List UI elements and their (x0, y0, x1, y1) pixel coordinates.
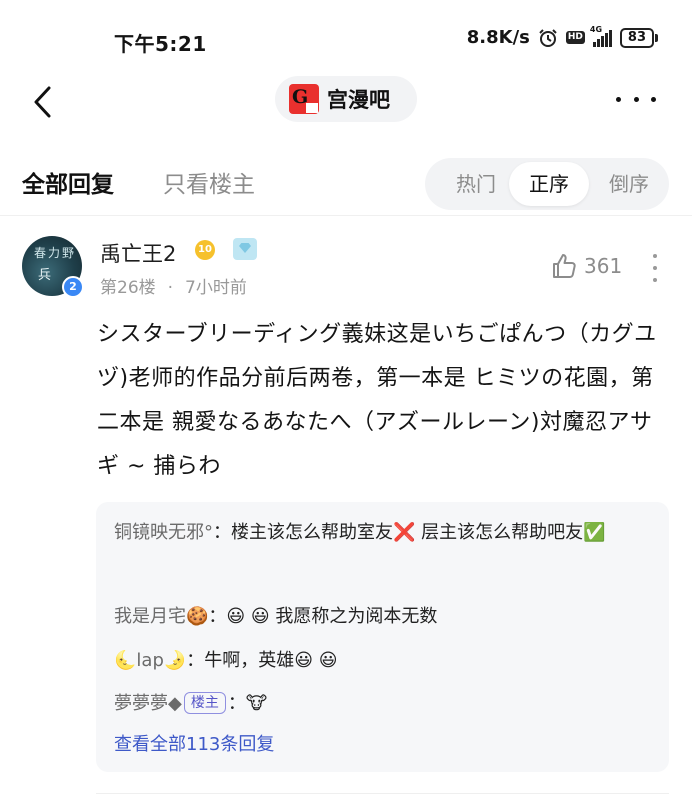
status-bar: 下午5:21 8.8K/s HD 4G 83 (0, 0, 692, 80)
top-nav: G 宫漫吧 (0, 76, 692, 130)
meta-separator: · (167, 278, 174, 298)
like-button[interactable]: 361 (550, 252, 622, 280)
hd-icon: HD (565, 31, 585, 44)
sub-reply-user[interactable]: 我是月宅🍪 (114, 606, 208, 627)
status-time: 下午5:21 (114, 32, 207, 56)
sub-reply[interactable]: 铜镜映无邪°：楼主该怎么帮助室友❌ 层主该怎么帮助吧友✅ (114, 514, 659, 552)
sub-reply[interactable]: 夢夢夢◆ 楼主 ：🐮 (114, 685, 659, 723)
battery-icon: 83 (619, 27, 658, 48)
status-icons: 8.8K/s HD 4G 83 (466, 25, 658, 48)
more-options-button[interactable] (616, 84, 656, 114)
sub-reply[interactable]: 我是月宅🍪：😃 😃 我愿称之为阅本无数 (114, 598, 659, 636)
forum-logo: G (289, 84, 319, 114)
sub-reply[interactable]: 🌜lap🌛：牛啊，英雄😃 😃 (114, 642, 659, 680)
sub-reply-text: 😃 😃 我愿称之为阅本无数 (226, 606, 438, 627)
net-speed: 8.8K/s (466, 27, 530, 48)
tab-only-op[interactable]: 只看楼主 (163, 165, 255, 199)
signal-icon: 4G (590, 25, 612, 47)
sub-reply-text: 楼主该怎么帮助室友❌ 层主该怎么帮助吧友✅ (231, 522, 606, 543)
post-content: シスターブリーディング義妹这是いちごぱんつ（カグユヅ)老师的作品分前后两卷，第一… (97, 322, 657, 479)
username[interactable]: 禹亡王2 (100, 238, 176, 268)
sub-replies-panel[interactable]: 铜镜映无邪°：楼主该怎么帮助室友❌ 层主该怎么帮助吧友✅ 我是月宅🍪：😃 😃 我… (96, 502, 669, 772)
post-meta: 第26楼 · 7小时前 (100, 273, 247, 298)
thumbs-up-icon (553, 254, 576, 278)
level-badge: 10 (195, 240, 215, 260)
avatar-level-badge: 2 (62, 276, 84, 298)
tab-all-replies[interactable]: 全部回复 (22, 165, 114, 199)
sub-reply-user[interactable]: 铜镜映无邪° (114, 522, 213, 543)
floor-number: 第26楼 (100, 278, 156, 298)
chevron-left-icon (34, 86, 51, 118)
post-time: 7小时前 (185, 278, 247, 298)
back-button[interactable] (22, 80, 62, 124)
sub-reply-text: 🐮 (245, 693, 268, 714)
forum-name: 宫漫吧 (327, 88, 390, 112)
sub-reply-text: 牛啊，英雄😃 😃 (204, 650, 338, 671)
sub-reply-user[interactable]: 夢夢夢◆ (114, 693, 182, 714)
sort-hot[interactable]: 热门 (435, 158, 517, 210)
forum-pill[interactable]: G 宫漫吧 (275, 76, 417, 122)
reply-tabs: 全部回复 只看楼主 热门 正序 倒序 (0, 155, 692, 216)
like-count: 361 (584, 254, 623, 278)
sort-ascending[interactable]: 正序 (509, 162, 589, 206)
diamond-icon (233, 238, 257, 260)
alarm-icon (539, 28, 557, 47)
divider (96, 793, 669, 794)
sort-descending[interactable]: 倒序 (589, 158, 669, 210)
sub-reply-user[interactable]: 🌜lap🌛 (114, 650, 186, 671)
sort-toggle: 热门 正序 倒序 (425, 158, 669, 210)
view-all-replies-link[interactable]: 查看全部113条回复 (114, 726, 274, 764)
post-menu-button[interactable] (652, 254, 658, 282)
op-tag: 楼主 (183, 692, 226, 714)
